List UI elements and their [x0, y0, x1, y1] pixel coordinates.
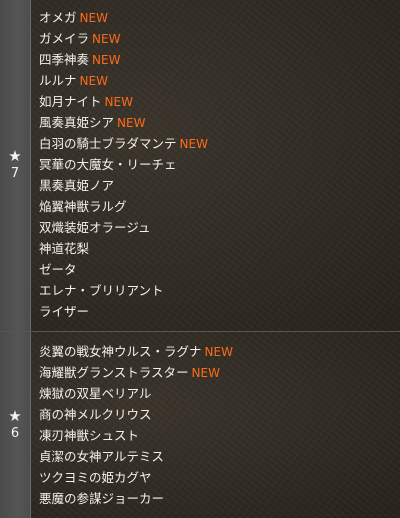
character-name[interactable]: 風奏真姫シア: [39, 115, 114, 130]
star-icon: ★: [8, 147, 22, 165]
character-name[interactable]: ガメイラ: [39, 31, 89, 46]
character-list-item[interactable]: 黒奏真姫ノア: [39, 175, 400, 196]
character-list-item[interactable]: ライザー: [39, 301, 400, 322]
character-name[interactable]: 貞潔の女神アルテミス: [39, 449, 164, 464]
character-name[interactable]: ゼータ: [39, 262, 77, 277]
character-list-item[interactable]: エレナ・ブリリアント: [39, 280, 400, 301]
character-list-item[interactable]: 海耀獣グランストラスター NEW: [39, 362, 400, 383]
character-name[interactable]: 焔翼神獣ラルグ: [39, 199, 127, 214]
character-name[interactable]: エレナ・ブリリアント: [39, 283, 164, 298]
character-name[interactable]: 商の神メルクリウス: [39, 407, 152, 422]
character-name[interactable]: ライザー: [39, 304, 89, 319]
character-list-item[interactable]: 如月ナイト NEW: [39, 91, 400, 112]
character-name[interactable]: ルルナ: [39, 73, 77, 88]
character-name[interactable]: 悪魔の参謀ジョーカー: [39, 491, 164, 506]
rank-number: 6: [10, 425, 20, 441]
new-badge: NEW: [117, 116, 146, 130]
rank-cell: ★ 6: [0, 332, 31, 518]
character-list-item[interactable]: ガメイラ NEW: [39, 28, 400, 49]
new-badge: NEW: [92, 53, 121, 67]
character-list-item[interactable]: 風奏真姫シア NEW: [39, 112, 400, 133]
new-badge: NEW: [179, 137, 208, 151]
character-list-item[interactable]: 商の神メルクリウス: [39, 404, 400, 425]
character-list-item[interactable]: 悪魔の参謀ジョーカー: [39, 488, 400, 509]
character-name[interactable]: ツクヨミの姫カグヤ: [39, 470, 152, 485]
rank-number: 7: [10, 166, 20, 181]
star-icon: ★: [8, 406, 22, 425]
character-name[interactable]: 冥華の大魔女・リーチェ: [39, 157, 177, 172]
character-list-item[interactable]: 炎翼の戦女神ウルス・ラグナ NEW: [39, 341, 400, 362]
character-name[interactable]: 炎翼の戦女神ウルス・ラグナ: [39, 344, 202, 359]
new-badge: NEW: [191, 366, 220, 380]
new-badge: NEW: [92, 32, 121, 46]
character-name[interactable]: 黒奏真姫ノア: [39, 178, 114, 193]
character-name[interactable]: 海耀獣グランストラスター: [39, 365, 189, 380]
new-badge: NEW: [79, 74, 108, 88]
character-list-item[interactable]: ツクヨミの姫カグヤ: [39, 467, 400, 488]
rank-cell: ★ 7: [0, 0, 31, 331]
new-badge: NEW: [204, 345, 233, 359]
new-badge: NEW: [104, 95, 133, 109]
character-list-item[interactable]: 白羽の騎士ブラダマンテ NEW: [39, 133, 400, 154]
character-list-item[interactable]: 焔翼神獣ラルグ: [39, 196, 400, 217]
character-name[interactable]: 煉獄の双星ベリアル: [39, 386, 151, 401]
character-list-item[interactable]: 煉獄の双星ベリアル: [39, 383, 400, 404]
character-name[interactable]: 四季神奏: [39, 52, 89, 67]
character-list-item[interactable]: 貞潔の女神アルテミス: [39, 446, 400, 467]
character-name[interactable]: 白羽の騎士ブラダマンテ: [39, 136, 177, 151]
character-rank-table: ★ 7 オメガ NEW ガメイラ NEW 四季神奏 NEW ルルナ NEW 如月ナイト NEW 風奏…: [0, 0, 400, 518]
rank-group-6: ★ 6 炎翼の戦女神ウルス・ラグナ NEW 海耀獣グランストラスター NEW 煉獄の双星…: [0, 332, 400, 518]
character-list-item[interactable]: ルルナ NEW: [39, 70, 400, 91]
character-name[interactable]: 双熾装姫オラージュ: [39, 220, 150, 235]
character-name[interactable]: オメガ: [39, 10, 77, 25]
character-name[interactable]: 如月ナイト: [39, 94, 102, 109]
character-list: 炎翼の戦女神ウルス・ラグナ NEW 海耀獣グランストラスター NEW 煉獄の双星ベリアル…: [31, 332, 400, 518]
character-name[interactable]: 神道花梨: [39, 241, 89, 256]
character-list-item[interactable]: 四季神奏 NEW: [39, 49, 400, 70]
new-badge: NEW: [79, 11, 108, 25]
rank-group-7: ★ 7 オメガ NEW ガメイラ NEW 四季神奏 NEW ルルナ NEW 如月ナイト NEW 風奏…: [0, 0, 400, 331]
character-list-item[interactable]: オメガ NEW: [39, 7, 400, 28]
character-list: オメガ NEW ガメイラ NEW 四季神奏 NEW ルルナ NEW 如月ナイト NEW 風奏真姫シア…: [31, 0, 400, 331]
character-name[interactable]: 凍刃神獣シュスト: [39, 428, 139, 443]
character-list-item[interactable]: 凍刃神獣シュスト: [39, 425, 400, 446]
character-list-item[interactable]: ゼータ: [39, 259, 400, 280]
character-list-item[interactable]: 神道花梨: [39, 238, 400, 259]
character-list-item[interactable]: 双熾装姫オラージュ: [39, 217, 400, 238]
character-list-item[interactable]: 冥華の大魔女・リーチェ: [39, 154, 400, 175]
